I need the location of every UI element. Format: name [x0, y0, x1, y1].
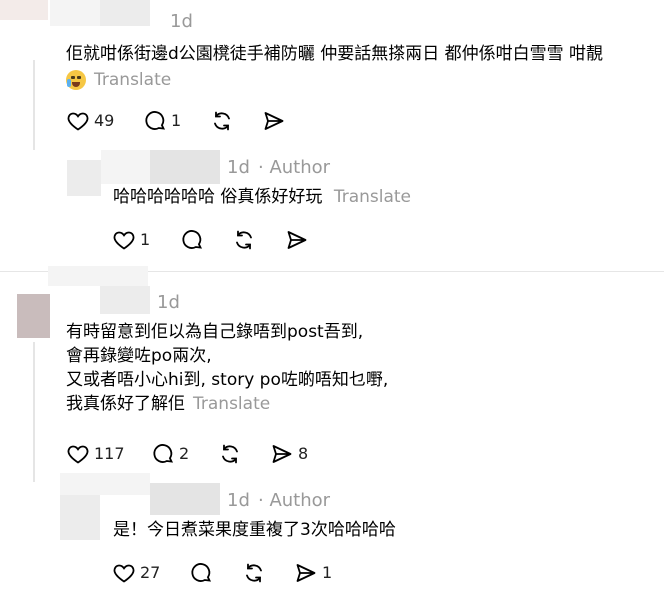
repost-icon [222, 444, 238, 464]
reply-button[interactable]: 2 [151, 441, 189, 467]
username-blurred[interactable] [60, 473, 150, 495]
username-blurred[interactable] [100, 0, 150, 26]
loudly-crying-face-emoji [66, 70, 86, 90]
share-button[interactable] [262, 108, 286, 134]
share-icon [272, 445, 292, 463]
share-icon [296, 564, 316, 582]
repost-button[interactable] [218, 441, 242, 467]
comment-icon [182, 230, 203, 249]
avatar[interactable] [60, 495, 100, 540]
like-button[interactable]: 117 [66, 441, 125, 467]
avatar[interactable] [67, 160, 101, 196]
avatar[interactable] [0, 0, 48, 20]
username-blurred[interactable] [101, 150, 150, 184]
comment-icon [191, 563, 212, 582]
reply-timestamp[interactable]: 1d [227, 157, 250, 179]
post-text-line: 又或者唔小心hi到, story po咗啲唔知乜嘢, [66, 370, 389, 390]
post-text-line: 有時留意到佢以為自己錄唔到post吾到, [66, 322, 364, 342]
username-blurred[interactable] [150, 150, 220, 184]
reply-count: 2 [179, 444, 190, 463]
post-text: 有時留意到佢以為自己錄唔到post吾到, 會再錄變咗po兩次, 又或者唔小心hi… [66, 320, 388, 416]
avatar[interactable] [17, 294, 50, 338]
heart-icon [67, 112, 89, 131]
heart-icon [113, 231, 135, 250]
post-text-line: 會再錄變咗po兩次, [66, 346, 212, 366]
author-badge: · Author [258, 490, 331, 511]
repost-icon [246, 563, 262, 583]
reply-text: 哈哈哈哈哈哈 俗真係好好玩 Translate [113, 185, 411, 209]
thread-line [33, 60, 35, 150]
repost-button[interactable] [242, 560, 266, 586]
reply-button[interactable]: 1 [143, 108, 181, 134]
post-timestamp[interactable]: 1d [157, 292, 180, 314]
comment-icon [153, 444, 174, 463]
author-badge: · Author [258, 157, 331, 178]
share-count: 8 [298, 444, 309, 463]
repost-icon [214, 111, 230, 131]
username-blurred[interactable] [48, 266, 148, 286]
like-count: 117 [94, 444, 125, 463]
translate-link[interactable]: Translate [94, 68, 171, 92]
username-blurred[interactable] [50, 0, 100, 26]
post-timestamp[interactable]: 1d [170, 11, 193, 33]
share-button[interactable]: 8 [270, 441, 308, 467]
reply-button[interactable] [189, 560, 213, 586]
repost-button[interactable] [232, 227, 256, 253]
like-count: 1 [140, 230, 151, 249]
reply-text-line: 是！今日煮菜果度重複了3次哈哈哈哈 [113, 520, 396, 540]
translate-row: Translate [66, 68, 171, 92]
share-count: 1 [322, 563, 333, 582]
username-blurred[interactable] [150, 483, 220, 515]
post-text-line: 我真係好了解佢 [66, 394, 185, 414]
reply-button[interactable] [180, 227, 204, 253]
like-count: 49 [94, 111, 115, 130]
heart-icon [67, 445, 89, 464]
translate-link[interactable]: Translate [193, 392, 270, 416]
like-button[interactable]: 27 [112, 560, 160, 586]
post-text: 佢就咁係街邊d公園櫈徒手補防曬 仲要話無搽兩日 都仲係咁白雪雪 咁靚 [66, 42, 603, 66]
thread-line [33, 342, 35, 482]
post-text-line: 佢就咁係街邊d公園櫈徒手補防曬 仲要話無搽兩日 都仲係咁白雪雪 咁靚 [66, 44, 604, 64]
like-count: 27 [140, 563, 161, 582]
share-button[interactable] [285, 227, 309, 253]
share-icon [287, 231, 307, 249]
repost-button[interactable] [210, 108, 234, 134]
like-button[interactable]: 49 [66, 108, 114, 134]
reply-timestamp[interactable]: 1d [227, 490, 250, 512]
repost-icon [236, 230, 252, 250]
username-blurred[interactable] [100, 286, 150, 314]
heart-icon [113, 564, 135, 583]
translate-link[interactable]: Translate [334, 187, 411, 207]
like-button[interactable]: 1 [112, 227, 150, 253]
reply-count: 1 [171, 111, 182, 130]
reply-text-line: 哈哈哈哈哈哈 俗真係好好玩 [113, 187, 323, 207]
reply-text: 是！今日煮菜果度重複了3次哈哈哈哈 [113, 518, 396, 542]
comment-icon [145, 111, 166, 130]
share-button[interactable]: 1 [294, 560, 332, 586]
share-icon [264, 112, 284, 130]
